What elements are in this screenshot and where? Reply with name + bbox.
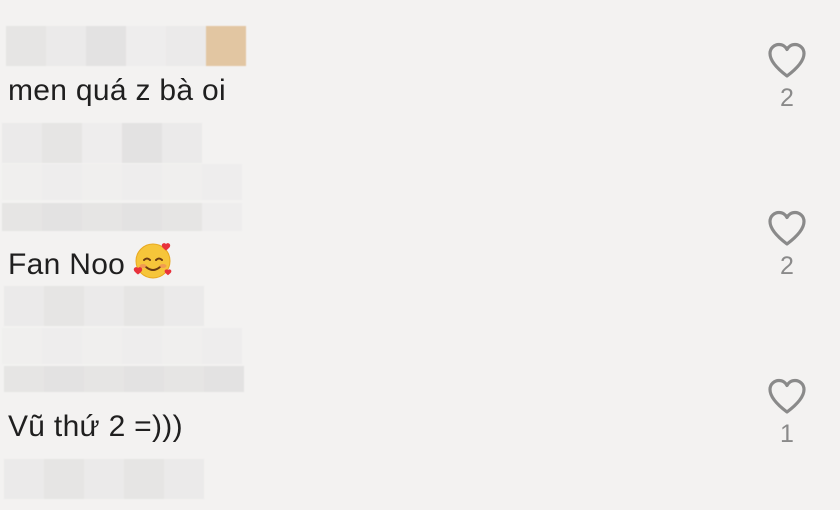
comment-text: Vũ thứ 2 =)))	[8, 410, 183, 443]
comment-text: Fan Noo	[8, 242, 175, 290]
like-count: 2	[780, 252, 794, 280]
like-count: 1	[780, 420, 794, 448]
like-count: 2	[780, 84, 794, 112]
avatar	[206, 26, 246, 66]
comment-meta-redacted	[2, 123, 202, 163]
comment-text-label: Fan Noo	[8, 247, 126, 281]
comment-list: men quá z bà oi 2 Fan Noo 2 Vũ thứ 2 =))…	[0, 0, 840, 510]
comment-meta-redacted	[4, 286, 204, 326]
username-redacted[interactable]	[4, 366, 244, 392]
username-redacted[interactable]	[6, 26, 246, 66]
heart-outline-icon[interactable]	[767, 210, 807, 248]
comment-meta-redacted	[4, 459, 204, 499]
comment-meta-redacted	[2, 328, 242, 364]
like-button[interactable]: 2	[766, 210, 808, 279]
like-button[interactable]: 1	[766, 378, 808, 447]
like-button[interactable]: 2	[766, 42, 808, 111]
username-redacted[interactable]	[2, 203, 242, 231]
comment-meta-redacted	[2, 164, 242, 200]
heart-outline-icon[interactable]	[767, 378, 807, 416]
heart-outline-icon[interactable]	[767, 42, 807, 80]
comment-text: men quá z bà oi	[8, 74, 226, 107]
smiling-face-with-hearts-icon	[133, 240, 175, 288]
